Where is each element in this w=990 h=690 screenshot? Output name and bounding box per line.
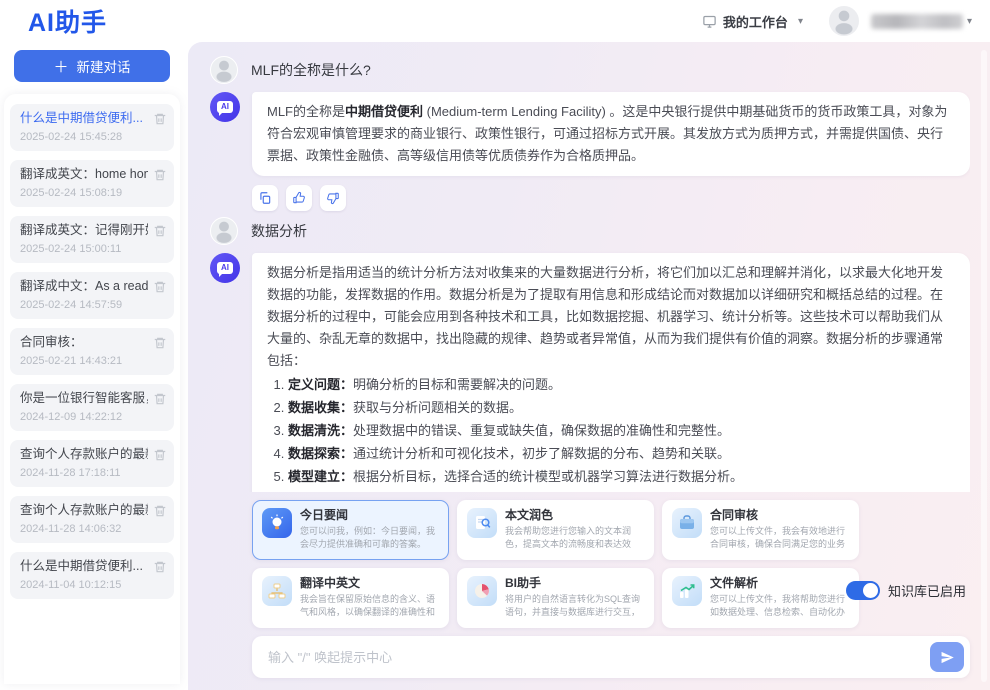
new-chat-label: 新建对话 <box>77 56 131 76</box>
paper-plane-icon <box>940 650 955 665</box>
lightbulb-icon <box>262 508 292 538</box>
document-search-icon <box>467 508 497 538</box>
conversation-item[interactable]: 什么是中期借贷便利... 2024-11-04 10:12:15 <box>10 552 174 599</box>
workspace-label: 我的工作台 <box>723 12 788 31</box>
analysis-step: 定义问题：明确分析的目标和需要解决的问题。 <box>288 374 955 396</box>
knowledge-base-toggle-group: 知识库已启用 <box>846 581 966 600</box>
user-message-row: 数据分析 <box>210 217 970 245</box>
knowledge-base-toggle[interactable] <box>846 581 880 600</box>
conversation-item[interactable]: 你是一位银行智能客服，... 2024-12-09 14:22:12 <box>10 384 174 431</box>
card-translate[interactable]: 翻译中英文 我会旨在保留原始信息的含义、语气和风格，以确保翻译的准确性和自然流畅… <box>252 568 449 628</box>
conversation-item[interactable]: 合同审核： 2025-02-21 14:43:21 <box>10 328 174 375</box>
trash-icon[interactable] <box>153 224 167 238</box>
message-actions <box>252 185 970 211</box>
monitor-icon <box>702 14 717 29</box>
trash-icon[interactable] <box>153 280 167 294</box>
analysis-step: 数据清洗：处理数据中的错误、重复或缺失值，确保数据的准确性和完整性。 <box>288 420 955 442</box>
sidebar: ＋ 新建对话 什么是中期借贷便利... 2025-02-24 15:45:28 … <box>0 42 188 690</box>
conversation-item[interactable]: 翻译成中文：As a reader... 2025-02-24 14:57:59 <box>10 272 174 319</box>
send-button[interactable] <box>930 642 964 672</box>
quick-action-cards: 今日要闻 您可以问我，例如：今日要闻，我会尽力提供准确和可靠的答案。 本文润色 … <box>252 500 970 628</box>
chat-area: MLF的全称是什么? AI MLF的全称是中期借贷便利 (Medium-term… <box>188 42 990 690</box>
card-today-news[interactable]: 今日要闻 您可以问我，例如：今日要闻，我会尽力提供准确和可靠的答案。 <box>252 500 449 560</box>
ai-avatar-icon: AI <box>210 92 240 122</box>
ai-message-bubble: 数据分析是指用适当的统计分析方法对收集来的大量数据进行分析，将它们加以汇总和理解… <box>252 253 970 492</box>
briefcase-icon <box>672 508 702 538</box>
ai-message-row: AI 数据分析是指用适当的统计分析方法对收集来的大量数据进行分析，将它们加以汇总… <box>210 253 970 492</box>
toggle-knob <box>863 583 878 598</box>
card-file-parse[interactable]: 文件解析 您可以上传文件，我将帮助您进行如数据处理、信息检索、自动化办公等。 <box>662 568 859 628</box>
user-avatar[interactable] <box>829 6 859 36</box>
ai-message-bubble: MLF的全称是中期借贷便利 (Medium-term Lending Facil… <box>252 92 970 176</box>
thumbs-down-icon <box>326 191 340 205</box>
trash-icon[interactable] <box>153 336 167 350</box>
analysis-step: 数据探索：通过统计分析和可视化技术，初步了解数据的分布、趋势和关联。 <box>288 443 955 465</box>
analysis-step: 模型建立：根据分析目标，选择合适的统计模型或机器学习算法进行数据分析。 <box>288 466 955 488</box>
sitemap-icon <box>262 576 292 606</box>
card-bi-assistant[interactable]: BI助手 将用户的自然语言转化为SQL查询语句，并直接与数据库进行交互，返回智能… <box>457 568 654 628</box>
conversation-list: 什么是中期借贷便利... 2025-02-24 15:45:28 翻译成英文：h… <box>4 94 180 684</box>
card-text-polish[interactable]: 本文润色 我会帮助您进行您输入的文本润色，提高文本的流畅度和表达效果。 <box>457 500 654 560</box>
conversation-item[interactable]: 查询个人存款账户的最新... 2024-11-28 17:18:11 <box>10 440 174 487</box>
analysis-steps-list: 定义问题：明确分析的目标和需要解决的问题。 数据收集：获取与分析问题相关的数据。… <box>267 374 955 492</box>
app-logo: AI助手 <box>28 3 107 39</box>
message-list: MLF的全称是什么? AI MLF的全称是中期借贷便利 (Medium-term… <box>210 50 970 492</box>
analysis-step: 数据收集：获取与分析问题相关的数据。 <box>288 397 955 419</box>
workspace-menu[interactable]: 我的工作台 ▾ <box>702 12 803 31</box>
trash-icon[interactable] <box>153 112 167 126</box>
top-header: AI助手 我的工作台 ▾ ▾ <box>0 0 990 42</box>
plus-icon: ＋ <box>53 56 68 77</box>
conversation-item[interactable]: 翻译成英文：home home 2025-02-24 15:08:19 <box>10 160 174 207</box>
trash-icon[interactable] <box>153 504 167 518</box>
thumbs-down-button[interactable] <box>320 185 346 211</box>
knowledge-base-label: 知识库已启用 <box>888 581 966 600</box>
user-message-avatar <box>210 56 238 84</box>
thumbs-up-icon <box>292 191 306 205</box>
composer <box>252 636 970 678</box>
ai-avatar-icon: AI <box>210 253 240 283</box>
scrollbar[interactable] <box>981 50 987 682</box>
trash-icon[interactable] <box>153 392 167 406</box>
chevron-down-icon: ▾ <box>798 16 803 27</box>
card-contract-review[interactable]: 合同审核 您可以上传文件，我会有效地进行合同审核，确保合同满足您的业务需求。 <box>662 500 859 560</box>
user-message-text: MLF的全称是什么? <box>251 60 371 80</box>
conversation-item[interactable]: 什么是中期借贷便利... 2025-02-24 15:45:28 <box>10 104 174 151</box>
user-message-avatar <box>210 217 238 245</box>
new-chat-button[interactable]: ＋ 新建对话 <box>14 50 170 82</box>
copy-button[interactable] <box>252 185 278 211</box>
user-message-row: MLF的全称是什么? <box>210 56 970 84</box>
trash-icon[interactable] <box>153 448 167 462</box>
trash-icon[interactable] <box>153 560 167 574</box>
trend-chart-icon <box>672 576 702 606</box>
conversation-item[interactable]: 查询个人存款账户的最新... 2024-11-28 14:06:32 <box>10 496 174 543</box>
trash-icon[interactable] <box>153 168 167 182</box>
analysis-step: 结果解释：将模型的结果转化为易于理解的结论或建议。 <box>288 489 955 492</box>
ai-message-intro: 数据分析是指用适当的统计分析方法对收集来的大量数据进行分析，将它们加以汇总和理解… <box>267 265 943 368</box>
conversation-item[interactable]: 翻译成英文：记得刚开始... 2025-02-24 15:00:11 <box>10 216 174 263</box>
message-input[interactable] <box>266 649 930 666</box>
username-redacted <box>871 14 963 29</box>
ai-message-row: AI MLF的全称是中期借贷便利 (Medium-term Lending Fa… <box>210 92 970 176</box>
copy-icon <box>258 191 272 205</box>
chevron-down-icon[interactable]: ▾ <box>967 16 972 27</box>
user-message-text: 数据分析 <box>251 221 307 241</box>
thumbs-up-button[interactable] <box>286 185 312 211</box>
pie-chart-icon <box>467 576 497 606</box>
